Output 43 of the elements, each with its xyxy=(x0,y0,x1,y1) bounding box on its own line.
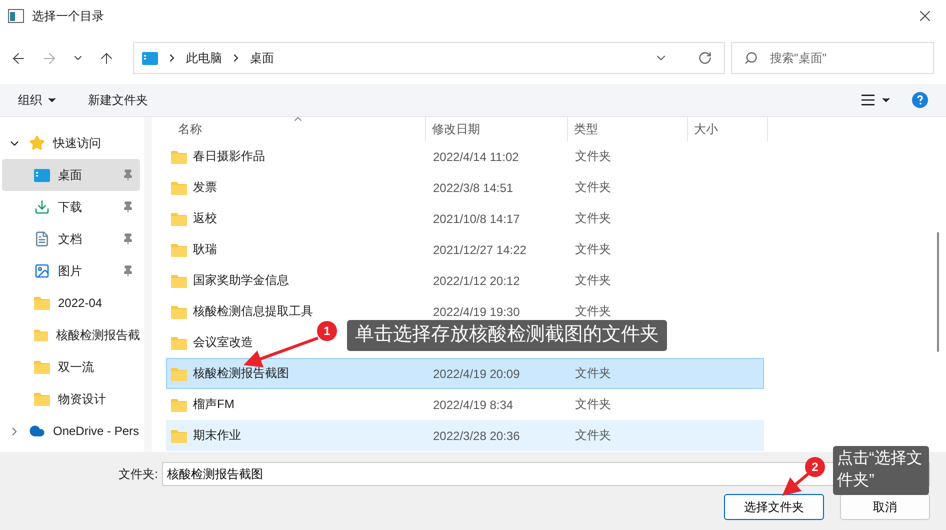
sidebar-label: 快速访问 xyxy=(53,134,102,152)
date-cell-text: 2021/10/8 14:17 xyxy=(432,212,521,226)
sidebar-label: 文档 xyxy=(58,230,83,248)
type-cell-text: 文件夹 xyxy=(574,241,612,258)
annotation-tooltip: 点击“选择文件夹” xyxy=(833,446,929,495)
date-cell-text: 2022/4/19 20:09 xyxy=(432,366,521,380)
date-cell-text: 2022/1/12 20:12 xyxy=(432,274,521,288)
sidebar-label: 双一流 xyxy=(58,358,95,376)
type-cell-text: 文件夹 xyxy=(574,427,612,444)
type-cell-text: 文件夹 xyxy=(574,272,612,289)
file-name: 发票 xyxy=(193,179,217,196)
file-name: 榴声FM xyxy=(193,396,234,413)
type-cell-text: 文件夹 xyxy=(574,148,612,165)
file-name: 国家奖助学金信息 xyxy=(193,272,289,289)
step-badge: 1 xyxy=(317,321,337,341)
sidebar-label: 核酸检测报告截 xyxy=(56,326,140,344)
date-cell-text: 2022/3/28 20:36 xyxy=(432,428,521,442)
sidebar-label: OneDrive - Pers xyxy=(53,424,140,438)
date-cell-text: 2022/4/14 11:02 xyxy=(432,150,520,164)
sidebar-label: 物资设计 xyxy=(58,390,107,408)
window-title: 选择一个目录 xyxy=(32,8,105,24)
sidebar-label: 桌面 xyxy=(58,166,83,184)
type-cell-text: 文件夹 xyxy=(574,179,612,196)
sidebar-label: 2022-04 xyxy=(58,296,104,310)
file-name: 核酸检测信息提取工具 xyxy=(193,303,313,320)
type-cell-text: 文件夹 xyxy=(574,303,612,320)
date-cell-text: 2022/3/8 14:51 xyxy=(432,180,514,194)
type-cell-text: 文件夹 xyxy=(574,365,612,382)
file-name: 核酸检测报告截图 xyxy=(193,365,289,382)
type-cell-text: 文件夹 xyxy=(574,396,612,413)
date-cell-text: 2021/12/27 14:22 xyxy=(432,242,528,256)
file-name: 耿瑞 xyxy=(193,241,217,258)
file-name: 春日摄影作品 xyxy=(193,148,265,165)
annotation-tooltip: 单击选择存放核酸检测截图的文件夹 xyxy=(347,320,667,351)
sidebar-label: 下载 xyxy=(58,198,83,216)
file-name: 期末作业 xyxy=(193,427,241,444)
date-cell-text: 2022/4/19 8:34 xyxy=(432,398,514,412)
type-cell-text: 文件夹 xyxy=(574,210,612,227)
sidebar-label: 图片 xyxy=(58,262,83,280)
folder-label: 文件夹: xyxy=(118,466,158,482)
date-cell-text: 2022/4/19 19:30 xyxy=(432,304,521,318)
file-name: 返校 xyxy=(193,210,217,227)
file-name: 会议室改造 xyxy=(193,334,253,351)
